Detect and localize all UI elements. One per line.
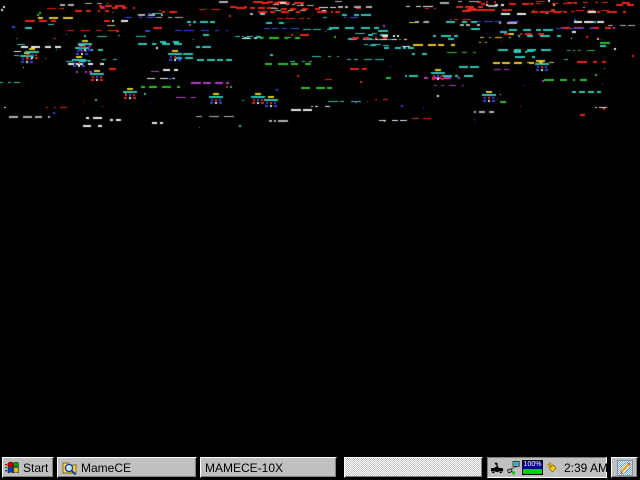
show-desktop-button[interactable] [611,457,638,478]
task-button-mamece-10x[interactable]: MAMECE-10X [200,457,337,478]
windows-logo-icon [5,460,21,475]
glitched-game-graphics [0,0,640,136]
active-task-button[interactable] [344,457,483,478]
pc-connection-icon[interactable] [506,460,520,476]
task-button-mamece[interactable]: MameCE [57,457,197,478]
start-button-label: Start [23,461,48,475]
desktop-pencil-icon [617,460,633,476]
tray-clock[interactable]: 2:39 AM [564,461,608,475]
joystick-icon[interactable] [490,460,504,476]
screen: Start MameCE MAMECE-10X [0,0,640,480]
system-tray: 100% 2:39 AM [487,457,607,478]
task-button-label: MAMECE-10X [205,461,283,475]
ac-plug-icon[interactable] [545,460,560,476]
start-button[interactable]: Start [2,457,54,478]
battery-icon[interactable]: 100% [522,460,543,475]
explorer-search-icon [62,460,78,476]
battery-level-bar [523,469,542,474]
taskbar: Start MameCE MAMECE-10X [0,454,640,480]
battery-percent-label: 100% [523,461,542,469]
task-button-label: MameCE [81,461,131,475]
